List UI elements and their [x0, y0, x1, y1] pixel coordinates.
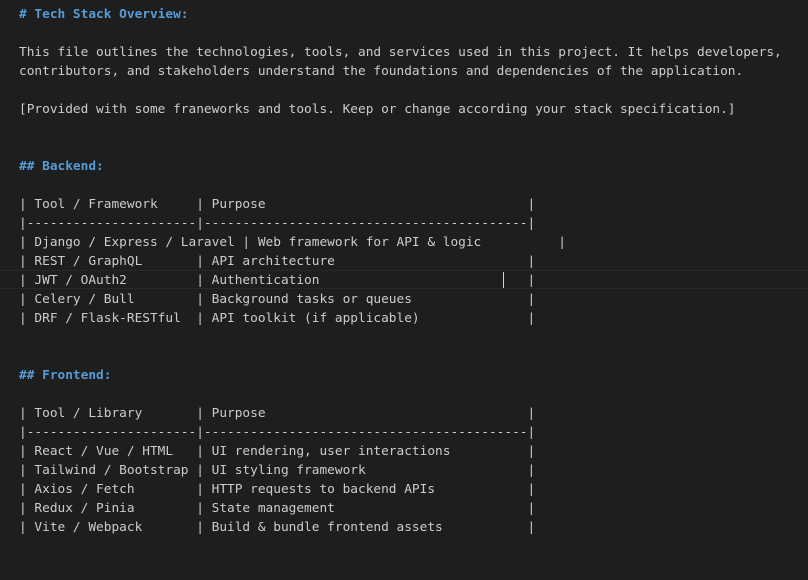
intro-note: [Provided with some franeworks and tools… — [19, 102, 736, 117]
frontend-table-row: | Redux / Pinia | State management | — [19, 501, 536, 516]
text-cursor — [503, 272, 504, 288]
backend-table-separator: |----------------------|----------------… — [19, 216, 536, 231]
intro-line-1: This file outlines the technologies, too… — [19, 45, 782, 60]
backend-table-header: | Tool / Framework | Purpose | — [19, 197, 536, 212]
frontend-table-row: | Tailwind / Bootstrap | UI styling fram… — [19, 463, 536, 478]
frontend-table-row: | Axios / Fetch | HTTP requests to backe… — [19, 482, 536, 497]
backend-heading: ## Backend: — [19, 159, 104, 174]
frontend-table-separator: |----------------------|----------------… — [19, 425, 536, 440]
backend-table-row: | REST / GraphQL | API architecture | — [19, 254, 536, 269]
backend-table-row: | Celery / Bull | Background tasks or qu… — [19, 292, 536, 307]
frontend-table-header: | Tool / Library | Purpose | — [19, 406, 536, 421]
backend-table-row: | Django / Express / Laravel | Web frame… — [19, 235, 567, 250]
backend-table-row: | JWT / OAuth2 | Authentication | — [19, 273, 536, 288]
frontend-table-row: | React / Vue / HTML | UI rendering, use… — [19, 444, 536, 459]
frontend-heading: ## Frontend: — [19, 368, 112, 383]
page-title: # Tech Stack Overview: — [19, 7, 189, 22]
text-editor[interactable]: # Tech Stack Overview: This file outline… — [0, 0, 808, 580]
intro-line-2: contributors, and stakeholders understan… — [19, 64, 744, 79]
backend-table-row: | DRF / Flask-RESTful | API toolkit (if … — [19, 311, 536, 326]
frontend-table-row: | Vite / Webpack | Build & bundle fronte… — [19, 520, 536, 535]
